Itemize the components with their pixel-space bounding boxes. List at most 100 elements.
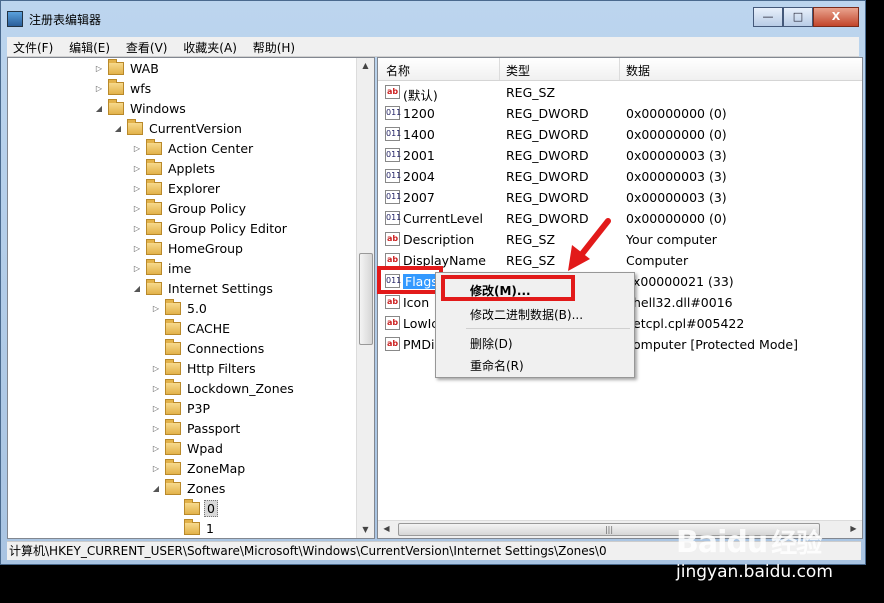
expand-toggle-icon[interactable]: ▷	[151, 404, 161, 413]
tree-item[interactable]: ◢ Windows	[94, 98, 188, 118]
tree-item-label: CACHE	[187, 320, 231, 336]
expand-toggle-icon[interactable]: ▷	[94, 64, 104, 73]
folder-icon	[165, 478, 181, 495]
tree-item-label: CurrentVersion	[149, 120, 242, 136]
expand-toggle-icon[interactable]: ◢	[94, 104, 104, 113]
tree-item[interactable]: ▷ Applets	[132, 158, 217, 178]
value-data: 0x00000003 (3)	[626, 148, 727, 163]
tree-item[interactable]: ▷ 5.0	[151, 298, 209, 318]
menu-favorites[interactable]: 收藏夹(A)	[177, 37, 243, 58]
value-data: x00000021 (33)	[633, 274, 734, 289]
expand-toggle-icon[interactable]: ▷	[151, 444, 161, 453]
tree-item[interactable]: ▷ Group Policy Editor	[132, 218, 289, 238]
value-name: LowIc	[403, 316, 439, 331]
maximize-button[interactable]: □	[783, 7, 813, 27]
value-name: 2007	[403, 190, 435, 205]
tree-item-label: Connections	[187, 340, 265, 356]
context-menu-rename[interactable]: 重命名(R)	[470, 357, 524, 374]
tree-item[interactable]: Connections	[151, 338, 266, 358]
tree-item[interactable]: ▷ WAB	[94, 58, 161, 78]
string-value-icon: ab	[385, 337, 400, 351]
context-menu-modify-binary[interactable]: 修改二进制数据(B)...	[470, 306, 583, 323]
tree-item-label: WAB	[130, 60, 159, 76]
value-name: 1200	[403, 106, 435, 121]
expand-toggle-icon[interactable]: ▷	[151, 364, 161, 373]
value-row[interactable]: ab (默认) REG_SZ	[378, 82, 862, 103]
menu-edit[interactable]: 编辑(E)	[63, 37, 116, 58]
tree-item[interactable]: ▷ Wpad	[151, 438, 225, 458]
column-header-type[interactable]: 类型	[506, 62, 530, 79]
value-row[interactable]: 011 CurrentLevel REG_DWORD 0x00000000 (0)	[378, 208, 862, 229]
value-type: REG_DWORD	[506, 127, 589, 142]
column-header-name[interactable]: 名称	[386, 62, 410, 79]
value-row[interactable]: 011 2004 REG_DWORD 0x00000003 (3)	[378, 166, 862, 187]
value-type: REG_DWORD	[506, 106, 589, 121]
red-pointer-arrow-icon	[568, 218, 611, 271]
tree-item-label: Group Policy	[168, 200, 246, 216]
expand-toggle-icon[interactable]: ▷	[132, 224, 142, 233]
scroll-up-arrow-icon[interactable]: ▲	[357, 58, 374, 74]
context-menu-delete[interactable]: 删除(D)	[470, 335, 513, 352]
scroll-left-arrow-icon[interactable]: ◀	[378, 521, 395, 537]
expand-toggle-icon[interactable]: ▷	[132, 144, 142, 153]
value-row[interactable]: 011 2007 REG_DWORD 0x00000003 (3)	[378, 187, 862, 208]
watermark-url: jingyan.baidu.com	[676, 562, 833, 582]
expand-toggle-icon[interactable]: ▷	[94, 84, 104, 93]
tree-scroll-thumb[interactable]	[359, 253, 373, 345]
binary-value-icon: 011	[385, 106, 401, 120]
string-value-icon: ab	[385, 85, 400, 99]
expand-toggle-icon[interactable]: ▷	[132, 244, 142, 253]
expand-toggle-icon[interactable]: ◢	[113, 124, 123, 133]
tree-item[interactable]: ▷ Http Filters	[151, 358, 258, 378]
menu-help[interactable]: 帮助(H)	[247, 37, 301, 58]
tree-item[interactable]: ▷ ime	[132, 258, 193, 278]
tree-item-label: Group Policy Editor	[168, 220, 287, 236]
tree-item[interactable]: ▷ Lockdown_Zones	[151, 378, 296, 398]
tree-item[interactable]: 1	[170, 518, 216, 538]
tree-item[interactable]: ▷ HomeGroup	[132, 238, 245, 258]
close-button[interactable]: X	[813, 7, 859, 27]
value-row[interactable]: ab Description REG_SZ Your computer	[378, 229, 862, 250]
expand-toggle-icon[interactable]: ▷	[132, 204, 142, 213]
expand-toggle-icon[interactable]: ◢	[151, 484, 161, 493]
tree-item[interactable]: ▷ P3P	[151, 398, 212, 418]
tree-item[interactable]: ▷ ZoneMap	[151, 458, 247, 478]
tree-item[interactable]: ▷ Group Policy	[132, 198, 248, 218]
expand-toggle-icon[interactable]: ◢	[132, 284, 142, 293]
value-row[interactable]: ab DisplayName REG_SZ Computer	[378, 250, 862, 271]
tree-item[interactable]: CACHE	[151, 318, 232, 338]
expand-toggle-icon[interactable]: ▷	[132, 184, 142, 193]
folder-icon	[146, 238, 162, 255]
folder-icon	[146, 178, 162, 195]
menu-file[interactable]: 文件(F)	[7, 37, 59, 58]
title-bar[interactable]: 注册表编辑器 — □ X	[1, 1, 865, 35]
value-row[interactable]: 011 1200 REG_DWORD 0x00000000 (0)	[378, 103, 862, 124]
expand-toggle-icon[interactable]: ▷	[151, 424, 161, 433]
expand-toggle-icon[interactable]: ▷	[151, 304, 161, 313]
expand-toggle-icon[interactable]: ▷	[132, 264, 142, 273]
tree-item[interactable]: ▷ Explorer	[132, 178, 222, 198]
tree-item[interactable]: 0	[170, 498, 218, 518]
tree-item[interactable]: ◢ CurrentVersion	[113, 118, 244, 138]
tree-vertical-scrollbar[interactable]: ▲ ▼	[356, 58, 374, 538]
registry-key-tree[interactable]: 1 0 ◢ Zones ▷ ZoneMap ▷ Wpad ▷ Passport ▷ P3P ▷ Lockd…	[7, 57, 375, 539]
menu-view[interactable]: 查看(V)	[120, 37, 174, 58]
tree-item[interactable]: ◢ Internet Settings	[132, 278, 275, 298]
value-row[interactable]: 011 1400 REG_DWORD 0x00000000 (0)	[378, 124, 862, 145]
scroll-down-arrow-icon[interactable]: ▼	[357, 522, 374, 538]
tree-item[interactable]: ▷ wfs	[94, 78, 153, 98]
value-type: REG_DWORD	[506, 190, 589, 205]
tree-item[interactable]: ▷ Action Center	[132, 138, 255, 158]
binary-value-icon: 011	[385, 190, 401, 204]
window-controls: — □ X	[753, 7, 859, 27]
tree-item-label: HomeGroup	[168, 240, 243, 256]
tree-item[interactable]: ◢ Zones	[151, 478, 227, 498]
tree-item[interactable]: ▷ Passport	[151, 418, 242, 438]
value-row[interactable]: 011 2001 REG_DWORD 0x00000003 (3)	[378, 145, 862, 166]
expand-toggle-icon[interactable]: ▷	[151, 384, 161, 393]
expand-toggle-icon[interactable]: ▷	[132, 164, 142, 173]
minimize-button[interactable]: —	[753, 7, 783, 27]
scroll-right-arrow-icon[interactable]: ▶	[845, 521, 862, 537]
expand-toggle-icon[interactable]: ▷	[151, 464, 161, 473]
column-header-data[interactable]: 数据	[626, 62, 650, 79]
